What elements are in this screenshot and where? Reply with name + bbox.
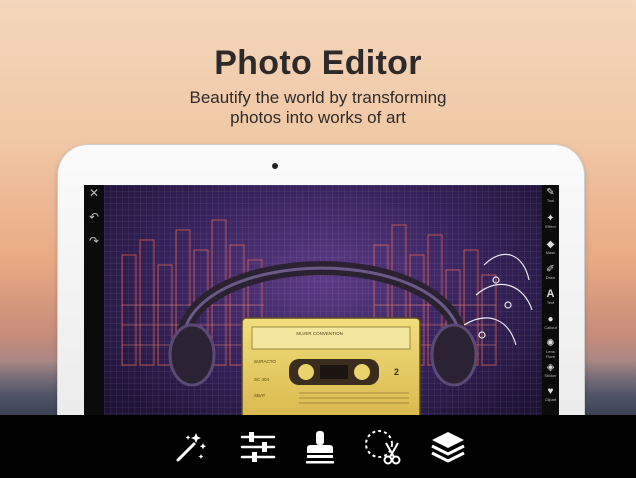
clipart-icon: ♥ <box>547 386 554 397</box>
right-tool-clipart[interactable]: ♥ Clipart <box>542 386 559 402</box>
tool-icon: ✎ <box>546 187 555 198</box>
subtitle-line-1: Beautify the world by transforming <box>189 88 447 107</box>
draw-icon: ✐ <box>546 264 555 275</box>
photo-artwork: SILVER CONVENTION 2 SURACTO SC 404 SBAT <box>121 219 533 417</box>
lens-flare-icon: ✺ <box>546 338 555 349</box>
right-tool-text[interactable]: A Text <box>542 288 559 306</box>
right-toolbar: ✎ Tool ✦ Effect ◆ Mask ✐ Draw A Text ● C… <box>542 185 559 417</box>
redo-icon[interactable]: ↷ <box>88 235 100 247</box>
right-tool-tool[interactable]: ✎ Tool <box>542 187 559 203</box>
right-tool-label: Callout <box>544 325 557 330</box>
right-tool-draw[interactable]: ✐ Draw <box>542 264 559 280</box>
left-toolbar: ✕ ↶ ↷ <box>84 185 104 417</box>
right-tool-label: Text <box>546 300 555 305</box>
right-tool-label: Clipart <box>544 397 557 402</box>
cassette-bottom-code: SBAT <box>254 393 266 398</box>
cutout-scissors-icon[interactable] <box>362 427 402 467</box>
text-icon: A <box>546 288 555 300</box>
right-tool-label: Mask <box>545 250 556 255</box>
right-tool-callout[interactable]: ● Callout <box>542 314 559 330</box>
close-icon[interactable]: ✕ <box>88 187 100 199</box>
editor-screen: ✕ ↶ ↷ SILVER CONVENTION 2 SURACTO SC 404… <box>84 185 559 417</box>
right-tool-effect[interactable]: ✦ Effect <box>542 213 559 229</box>
right-tool-lens-flare[interactable]: ✺ Lens Flare <box>542 338 559 359</box>
callout-icon: ● <box>547 314 554 325</box>
right-tool-label: Draw <box>545 275 556 280</box>
cassette-serial: SC 404 <box>254 377 270 382</box>
right-tool-label: Sticker <box>544 373 557 378</box>
right-tool-mask[interactable]: ◆ Mask <box>542 239 559 255</box>
bottom-toolbar <box>0 415 636 478</box>
sticker-icon: ◈ <box>546 362 555 373</box>
right-tool-label: Effect <box>545 224 556 229</box>
mask-icon: ◆ <box>546 239 555 250</box>
effect-icon: ✦ <box>546 213 555 224</box>
magic-wand-icon[interactable] <box>170 427 210 467</box>
music-notes-drawing <box>463 253 533 346</box>
sliders-icon[interactable] <box>238 427 278 467</box>
tablet-camera <box>272 163 278 169</box>
right-tool-sticker[interactable]: ◈ Sticker <box>542 362 559 378</box>
page-title: Photo Editor <box>214 44 422 82</box>
cassette-label-title: SILVER CONVENTION <box>296 331 343 336</box>
stamp-icon[interactable] <box>300 427 340 467</box>
cassette-side-number: 2 <box>394 367 399 377</box>
subtitle-line-2: photos into works of art <box>230 108 406 127</box>
right-tool-label: Tool <box>546 198 555 203</box>
cassette-brand: SURACTO <box>254 359 276 364</box>
undo-icon[interactable]: ↶ <box>88 211 100 223</box>
layers-icon[interactable] <box>428 427 468 467</box>
page-subtitle: Beautify the world by transforming photo… <box>0 88 636 128</box>
right-tool-label: Lens Flare <box>545 349 556 359</box>
photo-canvas[interactable]: SILVER CONVENTION 2 SURACTO SC 404 SBAT <box>104 185 542 417</box>
